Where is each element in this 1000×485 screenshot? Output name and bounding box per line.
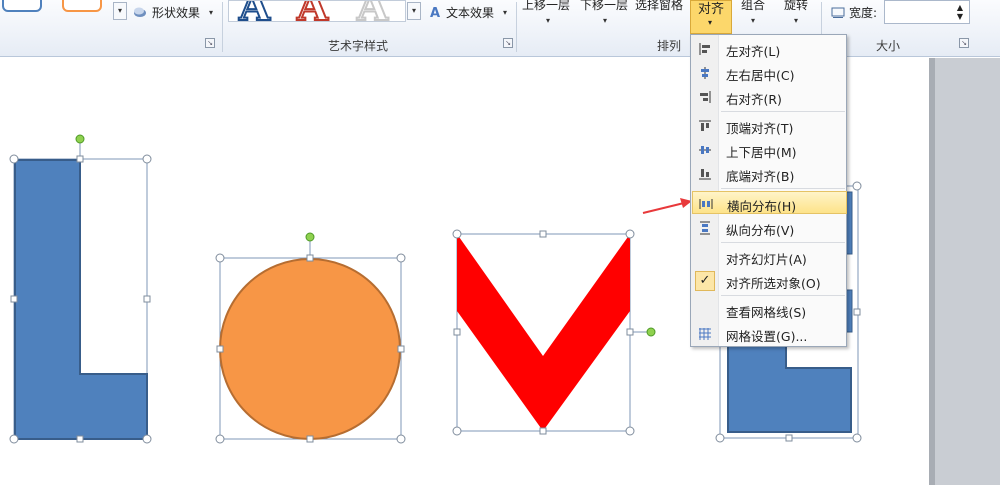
align-top-icon (699, 120, 711, 131)
width-spinner-icon[interactable]: ▲ ▼ (957, 3, 963, 21)
width-label: 宽度: (849, 6, 878, 20)
send-backward-dropdown-icon[interactable]: ▾ (603, 16, 607, 25)
grid-icon (699, 328, 711, 340)
send-backward-button[interactable]: 下移一层 (580, 0, 628, 13)
menu-item-label: 上下居中(M) (726, 145, 797, 160)
menu-item-label: 查看网格线(S) (726, 305, 807, 320)
shape-style-preset-1[interactable] (2, 0, 42, 12)
menu-item-distribute-vertically[interactable]: 纵向分布(V) (692, 216, 847, 239)
shape-letter-v[interactable] (452, 229, 656, 436)
bring-forward-dropdown-icon[interactable]: ▾ (546, 16, 550, 25)
size-group-label: 大小 (876, 39, 901, 53)
bring-forward-button[interactable]: 上移一层 (522, 0, 570, 13)
align-dropdown-icon: ▾ (708, 18, 713, 27)
shape-style-preset-2[interactable] (62, 0, 102, 12)
align-button-label: 对齐 (698, 2, 725, 17)
shape-effects-button[interactable]: 形状效果 (152, 4, 200, 21)
shape-effects-icon (134, 7, 146, 17)
group-dropdown-icon[interactable]: ▾ (751, 16, 755, 25)
wordart-preset-gray-icon[interactable]: A (356, 1, 389, 21)
ribbon-separator (516, 2, 517, 52)
menu-item-label: 横向分布(H) (727, 199, 797, 214)
menu-item-label: 对齐所选对象(O) (726, 276, 821, 291)
menu-item-distribute-horizontally[interactable]: 横向分布(H) (692, 191, 847, 214)
width-icon (831, 7, 845, 18)
wordart-preset-red-icon[interactable]: A (296, 1, 329, 21)
wordart-group-label: 艺术字样式 (328, 39, 389, 53)
svg-text:A: A (430, 6, 440, 19)
group-button[interactable]: 组合 (741, 0, 765, 13)
shape-circle[interactable] (215, 232, 406, 444)
ribbon-separator (222, 2, 223, 52)
menu-separator (721, 188, 845, 189)
wordart-more-button[interactable]: ▾ (407, 2, 421, 20)
menu-item-align-to-slide[interactable]: 对齐幻灯片(A) (692, 245, 847, 268)
menu-item-label: 顶端对齐(T) (726, 121, 794, 136)
align-middle-icon (699, 146, 711, 154)
menu-item-label: 纵向分布(V) (726, 223, 795, 238)
shape-letter-l[interactable] (9, 134, 152, 444)
wordart-dialog-launcher[interactable]: ↘ (503, 38, 513, 48)
align-button[interactable]: 对齐 ▾ (690, 0, 732, 34)
rotate-button[interactable]: 旋转 (784, 0, 808, 13)
text-effects-button[interactable]: 文本效果 (446, 4, 494, 21)
text-effects-dropdown-icon[interactable]: ▾ (503, 8, 507, 17)
align-left-icon (699, 43, 710, 55)
menu-item-align-bottom[interactable]: 底端对齐(B) (692, 162, 847, 185)
arrange-dialog-launcher[interactable]: ↘ (205, 38, 215, 48)
align-right-icon (700, 91, 711, 103)
annotation-arrow (642, 198, 692, 214)
menu-separator (721, 295, 845, 296)
menu-item-label: 网格设置(G)... (726, 329, 808, 344)
wordart-gallery[interactable]: A A A (228, 0, 406, 22)
arrange-group-label: 排列 (657, 39, 682, 53)
menu-item-label: 左对齐(L) (726, 44, 781, 59)
menu-item-align-middle[interactable]: 上下居中(M) (692, 138, 847, 161)
size-dialog-launcher[interactable]: ↘ (959, 38, 969, 48)
menu-item-align-selected-objects[interactable]: ✓ 对齐所选对象(O) (692, 269, 847, 292)
check-icon: ✓ (695, 271, 715, 291)
menu-item-label: 左右居中(C) (726, 68, 795, 83)
menu-separator (721, 242, 845, 243)
menu-item-align-top[interactable]: 顶端对齐(T) (692, 114, 847, 137)
align-dropdown-menu: 左对齐(L) 左右居中(C) 右对齐(R) 顶端对齐(T) 上下居中(M) 底端… (690, 34, 847, 347)
menu-item-align-center[interactable]: 左右居中(C) (692, 61, 847, 84)
workspace-background (929, 58, 1000, 485)
menu-separator (721, 111, 845, 112)
menu-item-label: 底端对齐(B) (726, 169, 795, 184)
width-input[interactable]: ▲ ▼ (884, 0, 970, 24)
menu-item-align-left[interactable]: 左对齐(L) (692, 37, 847, 60)
align-center-icon (701, 67, 709, 79)
distribute-horizontal-icon (699, 199, 713, 209)
selection-pane-button[interactable]: 选择窗格 (635, 0, 683, 13)
menu-item-label: 对齐幻灯片(A) (726, 252, 807, 267)
shape-styles-more-button[interactable]: ▾ (113, 2, 127, 20)
rotate-dropdown-icon[interactable]: ▾ (794, 16, 798, 25)
menu-item-align-right[interactable]: 右对齐(R) (692, 85, 847, 108)
shape-effects-dropdown-icon[interactable]: ▾ (209, 8, 213, 17)
menu-item-label: 右对齐(R) (726, 92, 782, 107)
menu-item-grid-settings[interactable]: 网格设置(G)... (692, 322, 847, 345)
menu-item-view-gridlines[interactable]: 查看网格线(S) (692, 298, 847, 321)
wordart-preset-blue-icon[interactable]: A (238, 1, 271, 21)
distribute-vertical-icon (700, 221, 710, 235)
text-effects-icon: A (430, 6, 440, 19)
align-bottom-icon (699, 169, 711, 180)
ribbon: ▾ 形状效果 ▾ A A A ▾ A 文本效果 ▾ 艺术字样式 ↘ 上移一层 ▾… (0, 0, 1000, 57)
